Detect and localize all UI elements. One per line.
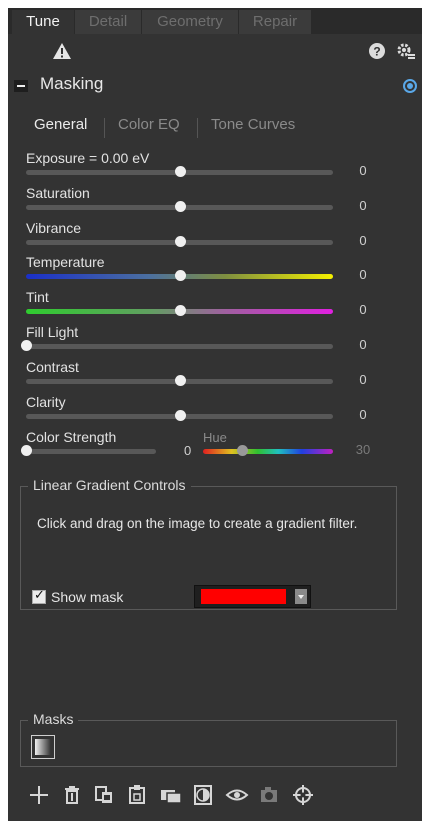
help-icon[interactable]: ? bbox=[369, 43, 385, 59]
color-strength-row: Color Strength 0 Hue 30 bbox=[8, 429, 422, 464]
masks-group bbox=[20, 720, 397, 767]
mask-thumbnail[interactable] bbox=[31, 735, 55, 759]
slider-value: 0 bbox=[359, 197, 367, 213]
gear-icon[interactable] bbox=[396, 42, 416, 60]
hue-label: Hue bbox=[203, 430, 227, 445]
slider-thumb[interactable] bbox=[174, 374, 186, 386]
show-mask-label[interactable]: Show mask bbox=[51, 589, 123, 605]
subtab-separator bbox=[104, 118, 105, 138]
subtab-color-eq[interactable]: Color EQ bbox=[118, 116, 180, 133]
gradient-hint: Click and drag on the image to create a … bbox=[37, 516, 358, 531]
slider-value: 0 bbox=[359, 337, 367, 352]
slider-value: 0 bbox=[359, 406, 367, 422]
tab-geometry[interactable]: Geometry bbox=[142, 10, 239, 34]
slider-label: Saturation bbox=[26, 184, 90, 201]
slider-row: Tint 0 bbox=[8, 289, 422, 324]
slider-thumb[interactable] bbox=[21, 340, 32, 351]
show-mask-checkbox[interactable] bbox=[32, 588, 46, 604]
collapse-button[interactable] bbox=[14, 80, 28, 92]
color-strength-value: 0 bbox=[184, 443, 192, 458]
slider-row: Vibrance 0 bbox=[8, 220, 422, 255]
slider-value: 0 bbox=[359, 371, 367, 387]
tab-detail[interactable]: Detail bbox=[75, 10, 142, 34]
slider-label: Exposure = 0.00 eV bbox=[26, 150, 150, 166]
slider-thumb[interactable] bbox=[174, 305, 186, 317]
invert-icon[interactable] bbox=[192, 782, 214, 808]
slider-row: Saturation 0 bbox=[8, 185, 422, 220]
color-strength-thumb[interactable] bbox=[21, 445, 32, 456]
mask-color-select[interactable] bbox=[194, 585, 311, 608]
subtab-separator bbox=[197, 118, 198, 138]
slider-value: 0 bbox=[359, 302, 367, 318]
slider-thumb[interactable] bbox=[174, 409, 186, 421]
duplicate-icon[interactable] bbox=[159, 782, 183, 808]
disabled-icon[interactable] bbox=[258, 782, 280, 808]
slider-row: Contrast 0 bbox=[8, 359, 422, 394]
slider-label: Temperature bbox=[26, 254, 105, 271]
svg-text:?: ? bbox=[373, 45, 380, 59]
slider-row: Exposure = 0.00 eV 0 bbox=[8, 150, 422, 185]
subtab-tone-curves[interactable]: Tone Curves bbox=[211, 116, 295, 133]
slider-thumb[interactable] bbox=[174, 235, 186, 247]
eye-icon[interactable] bbox=[225, 782, 249, 808]
masking-header: Masking bbox=[8, 68, 422, 98]
icon-bar: ? bbox=[8, 34, 422, 68]
slider-label: Contrast bbox=[26, 358, 79, 375]
slider-track[interactable] bbox=[26, 344, 333, 349]
hue-thumb[interactable] bbox=[237, 445, 248, 456]
slider-thumb[interactable] bbox=[174, 166, 186, 177]
paste-icon[interactable] bbox=[126, 782, 148, 808]
tab-bar: Tune Detail Geometry Repair bbox=[8, 8, 422, 34]
chevron-down-icon[interactable] bbox=[295, 589, 307, 604]
slider-label: Fill Light bbox=[26, 324, 79, 340]
section-title: Masking bbox=[40, 74, 104, 93]
tune-panel: Tune Detail Geometry Repair ? Masking Ge… bbox=[8, 8, 422, 821]
slider-value: 0 bbox=[359, 163, 367, 178]
tab-repair[interactable]: Repair bbox=[239, 10, 312, 34]
add-icon[interactable] bbox=[28, 782, 50, 808]
delete-icon[interactable] bbox=[62, 782, 82, 808]
slider-thumb[interactable] bbox=[174, 200, 186, 212]
slider-label: Tint bbox=[26, 289, 49, 306]
slider-row: Clarity 0 bbox=[8, 394, 422, 429]
color-strength-label: Color Strength bbox=[26, 429, 117, 445]
target-icon[interactable] bbox=[403, 79, 417, 93]
slider-value: 0 bbox=[359, 232, 367, 248]
slider-row: Temperature 0 bbox=[8, 254, 422, 289]
masks-title: Masks bbox=[28, 711, 79, 727]
gradient-controls-title: Linear Gradient Controls bbox=[28, 477, 191, 493]
hue-value: 30 bbox=[355, 442, 371, 457]
slider-row: Fill Light 0 bbox=[8, 324, 422, 359]
slider-label: Vibrance bbox=[26, 219, 82, 236]
hue-track[interactable] bbox=[203, 449, 333, 454]
slider-label: Clarity bbox=[26, 393, 66, 410]
slider-thumb[interactable] bbox=[174, 270, 186, 282]
subtab-general[interactable]: General bbox=[34, 116, 87, 133]
crosshair-icon[interactable] bbox=[291, 782, 315, 808]
slider-value: 0 bbox=[359, 267, 367, 283]
tab-tune[interactable]: Tune bbox=[12, 10, 75, 34]
color-strength-track[interactable] bbox=[26, 449, 156, 454]
warning-icon[interactable] bbox=[52, 42, 72, 60]
mask-color-swatch bbox=[201, 589, 286, 604]
copy-icon[interactable] bbox=[93, 782, 115, 808]
